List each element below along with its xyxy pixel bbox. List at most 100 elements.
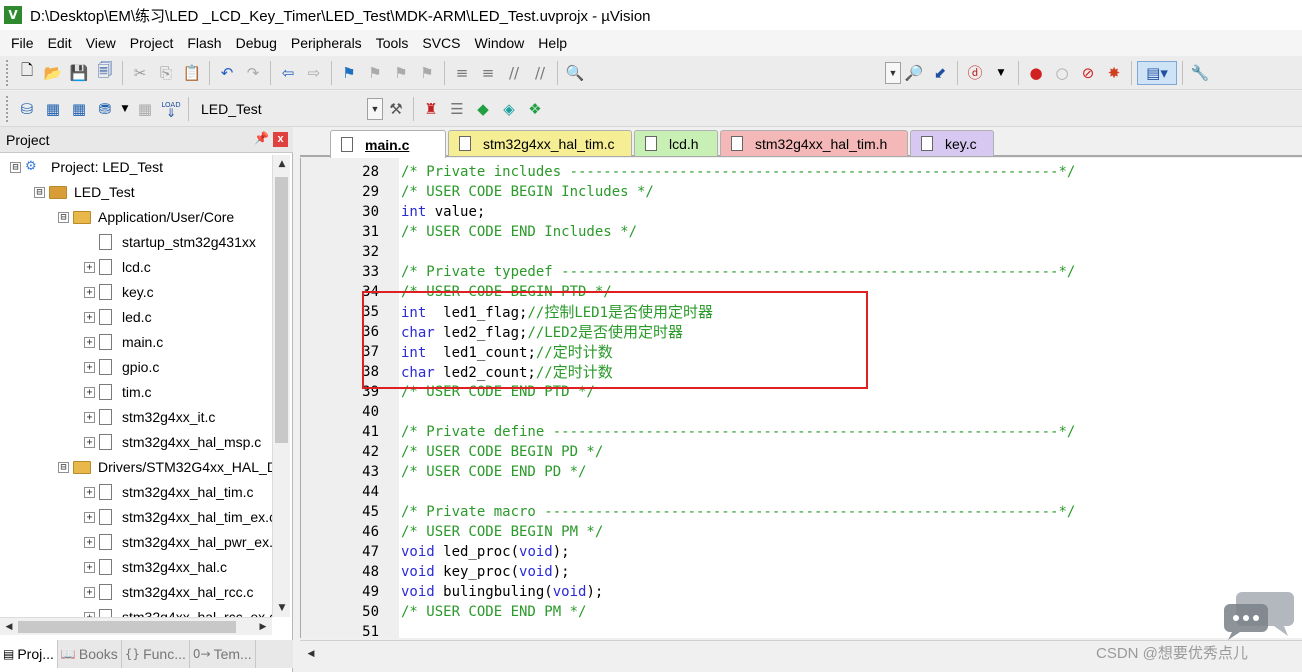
tree-item-folder[interactable]: ⊟ Application/User/Core <box>58 205 234 229</box>
tree-item-file[interactable]: + gpio.c <box>84 355 159 379</box>
scroll-right-arrow-icon[interactable]: ▶ <box>254 618 272 636</box>
expand-icon[interactable]: + <box>84 561 95 573</box>
tree-item-file[interactable]: + stm32g4xx_hal_rcc_ex.c <box>84 605 272 617</box>
redo-icon[interactable]: ↷ <box>241 61 265 85</box>
code-line[interactable]: /* USER CODE END PD */ <box>401 462 586 482</box>
tree-item-file[interactable]: + stm32g4xx_it.c <box>84 405 215 429</box>
tree-item-file[interactable]: + key.c <box>84 280 154 304</box>
select-packs-icon[interactable]: ◆ <box>471 97 495 121</box>
menu-help[interactable]: Help <box>531 30 574 56</box>
toolbar-grip[interactable] <box>6 95 10 122</box>
editor-tab-main-c[interactable]: main.c <box>330 130 446 158</box>
navigate-back-icon[interactable]: ⇦ <box>276 61 300 85</box>
code-line[interactable]: /* USER CODE BEGIN PD */ <box>401 442 603 462</box>
batch-build-icon[interactable]: ⛃ <box>93 97 117 121</box>
search-dropdown-arrow-icon[interactable]: ▼ <box>885 61 901 84</box>
panel-tab-functions[interactable]: {} Func... <box>122 640 190 668</box>
debug-session-icon[interactable]: ⓓ <box>963 61 987 85</box>
tree-item-file[interactable]: + stm32g4xx_hal_rcc.c <box>84 580 254 604</box>
menu-file[interactable]: File <box>4 30 41 56</box>
tree-item-file[interactable]: + stm32g4xx_hal.c <box>84 555 227 579</box>
panel-tab-books[interactable]: 📖 Books <box>58 640 122 668</box>
expand-icon[interactable]: + <box>84 311 95 323</box>
insert-breakpoint-icon[interactable]: ● <box>1024 61 1048 85</box>
code-line[interactable]: /* Private macro -----------------------… <box>401 502 1075 522</box>
open-file-icon[interactable]: 📂 <box>41 61 65 85</box>
collapse-icon[interactable]: ⊟ <box>34 186 45 198</box>
clear-bookmarks-icon[interactable]: ⚑ <box>415 61 439 85</box>
expand-icon[interactable]: + <box>84 261 95 273</box>
scroll-left-arrow-icon[interactable]: ◀ <box>0 618 18 636</box>
expand-icon[interactable]: + <box>84 586 95 598</box>
unindent-icon[interactable]: ≡ <box>476 61 500 85</box>
target-dropdown-arrow-icon[interactable]: ▼ <box>367 97 383 120</box>
disable-all-breakpoints-icon[interactable]: ⊘ <box>1076 61 1100 85</box>
expand-icon[interactable]: + <box>84 336 95 348</box>
scroll-down-arrow-icon[interactable]: ▼ <box>273 599 291 617</box>
target-select[interactable]: LED_Test ▼ <box>197 96 383 121</box>
menu-view[interactable]: View <box>79 30 123 56</box>
menu-flash[interactable]: Flash <box>180 30 228 56</box>
incremental-find-icon[interactable]: ⬋ <box>928 61 952 85</box>
expand-icon[interactable]: + <box>84 411 95 423</box>
tree-item-project[interactable]: ⊟ ⚙ Project: LED_Test <box>10 155 163 179</box>
code-line[interactable]: /* USER CODE END PM */ <box>401 602 586 622</box>
rebuild-icon[interactable]: ▦ <box>67 97 91 121</box>
project-tree-vertical-scrollbar[interactable]: ▲ ▼ <box>272 155 290 617</box>
stop-build-icon[interactable]: ▦ <box>133 97 157 121</box>
pack-installer-icon[interactable]: ◈ <box>497 97 521 121</box>
save-icon[interactable]: 💾 <box>67 61 91 85</box>
tree-item-target[interactable]: ⊟ LED_Test <box>34 180 135 204</box>
manage-run-time-environment-icon[interactable]: ❖ <box>523 97 547 121</box>
configure-tools-icon[interactable]: 🔧 <box>1188 61 1212 85</box>
paste-icon[interactable]: 📋 <box>180 61 204 85</box>
menu-edit[interactable]: Edit <box>41 30 79 56</box>
tree-item-file[interactable]: + stm32g4xx_hal_tim_ex.c <box>84 505 272 529</box>
project-tree-horizontal-scrollbar[interactable]: ◀ ▶ <box>0 617 272 635</box>
save-all-icon[interactable]: 🗐 <box>93 61 117 85</box>
collapse-icon[interactable]: ⊟ <box>58 461 69 473</box>
code-line[interactable]: /* Private includes --------------------… <box>401 162 1075 182</box>
expand-icon[interactable]: + <box>84 511 95 523</box>
collapse-icon[interactable]: ⊟ <box>58 211 69 223</box>
expand-icon[interactable]: + <box>84 386 95 398</box>
menu-peripherals[interactable]: Peripherals <box>284 30 369 56</box>
panel-tab-templates[interactable]: 0→ Tem... <box>190 640 256 668</box>
tree-item-file[interactable]: + lcd.c <box>84 255 151 279</box>
bookmark-icon[interactable]: ⚑ <box>337 61 361 85</box>
download-load-icon[interactable]: LOAD ⇓ <box>159 97 183 121</box>
code-line[interactable]: int value; <box>401 202 485 222</box>
cut-icon[interactable]: ✂ <box>128 61 152 85</box>
toolbar-grip[interactable] <box>6 59 10 86</box>
indent-icon[interactable]: ≡ <box>450 61 474 85</box>
scrollbar-thumb[interactable] <box>18 621 236 633</box>
manage-project-items-icon[interactable]: ☰ <box>445 97 469 121</box>
enable-breakpoint-icon[interactable]: ○ <box>1050 61 1074 85</box>
navigate-forward-icon[interactable]: ⇨ <box>302 61 326 85</box>
tree-item-file[interactable]: + stm32g4xx_hal_pwr_ex.c <box>84 530 272 554</box>
comment-icon[interactable]: // <box>502 61 526 85</box>
code-line[interactable]: /* USER CODE BEGIN PM */ <box>401 522 603 542</box>
tree-item-file[interactable]: startup_stm32g431xx <box>84 230 256 254</box>
code-line[interactable]: /* Private define ----------------------… <box>401 422 1075 442</box>
expand-icon[interactable]: + <box>84 436 95 448</box>
code-line[interactable]: void key_proc(void); <box>401 562 570 582</box>
tree-item-file[interactable]: + stm32g4xx_hal_tim.c <box>84 480 254 504</box>
close-icon[interactable]: x <box>273 132 288 147</box>
previous-bookmark-icon[interactable]: ⚑ <box>363 61 387 85</box>
menu-svcs[interactable]: SVCS <box>415 30 467 56</box>
code-line[interactable]: /* USER CODE BEGIN Includes */ <box>401 182 654 202</box>
editor-tab-key-c[interactable]: key.c <box>910 130 994 156</box>
tree-item-file[interactable]: + led.c <box>84 305 152 329</box>
code-line[interactable]: /* Private typedef ---------------------… <box>401 262 1075 282</box>
debug-dropdown-icon[interactable]: ▼ <box>989 61 1013 85</box>
pin-icon[interactable]: 📌 <box>254 131 269 145</box>
collapse-icon[interactable]: ⊟ <box>10 161 21 173</box>
expand-icon[interactable]: + <box>84 536 95 548</box>
expand-icon[interactable]: + <box>84 361 95 373</box>
code-line[interactable]: void bulingbuling(void); <box>401 582 603 602</box>
code-line[interactable]: void led_proc(void); <box>401 542 570 562</box>
new-file-icon[interactable]: 🗋 <box>15 61 39 85</box>
scroll-left-arrow-icon[interactable]: ◀ <box>302 645 320 663</box>
code-line[interactable]: /* USER CODE END Includes */ <box>401 222 637 242</box>
